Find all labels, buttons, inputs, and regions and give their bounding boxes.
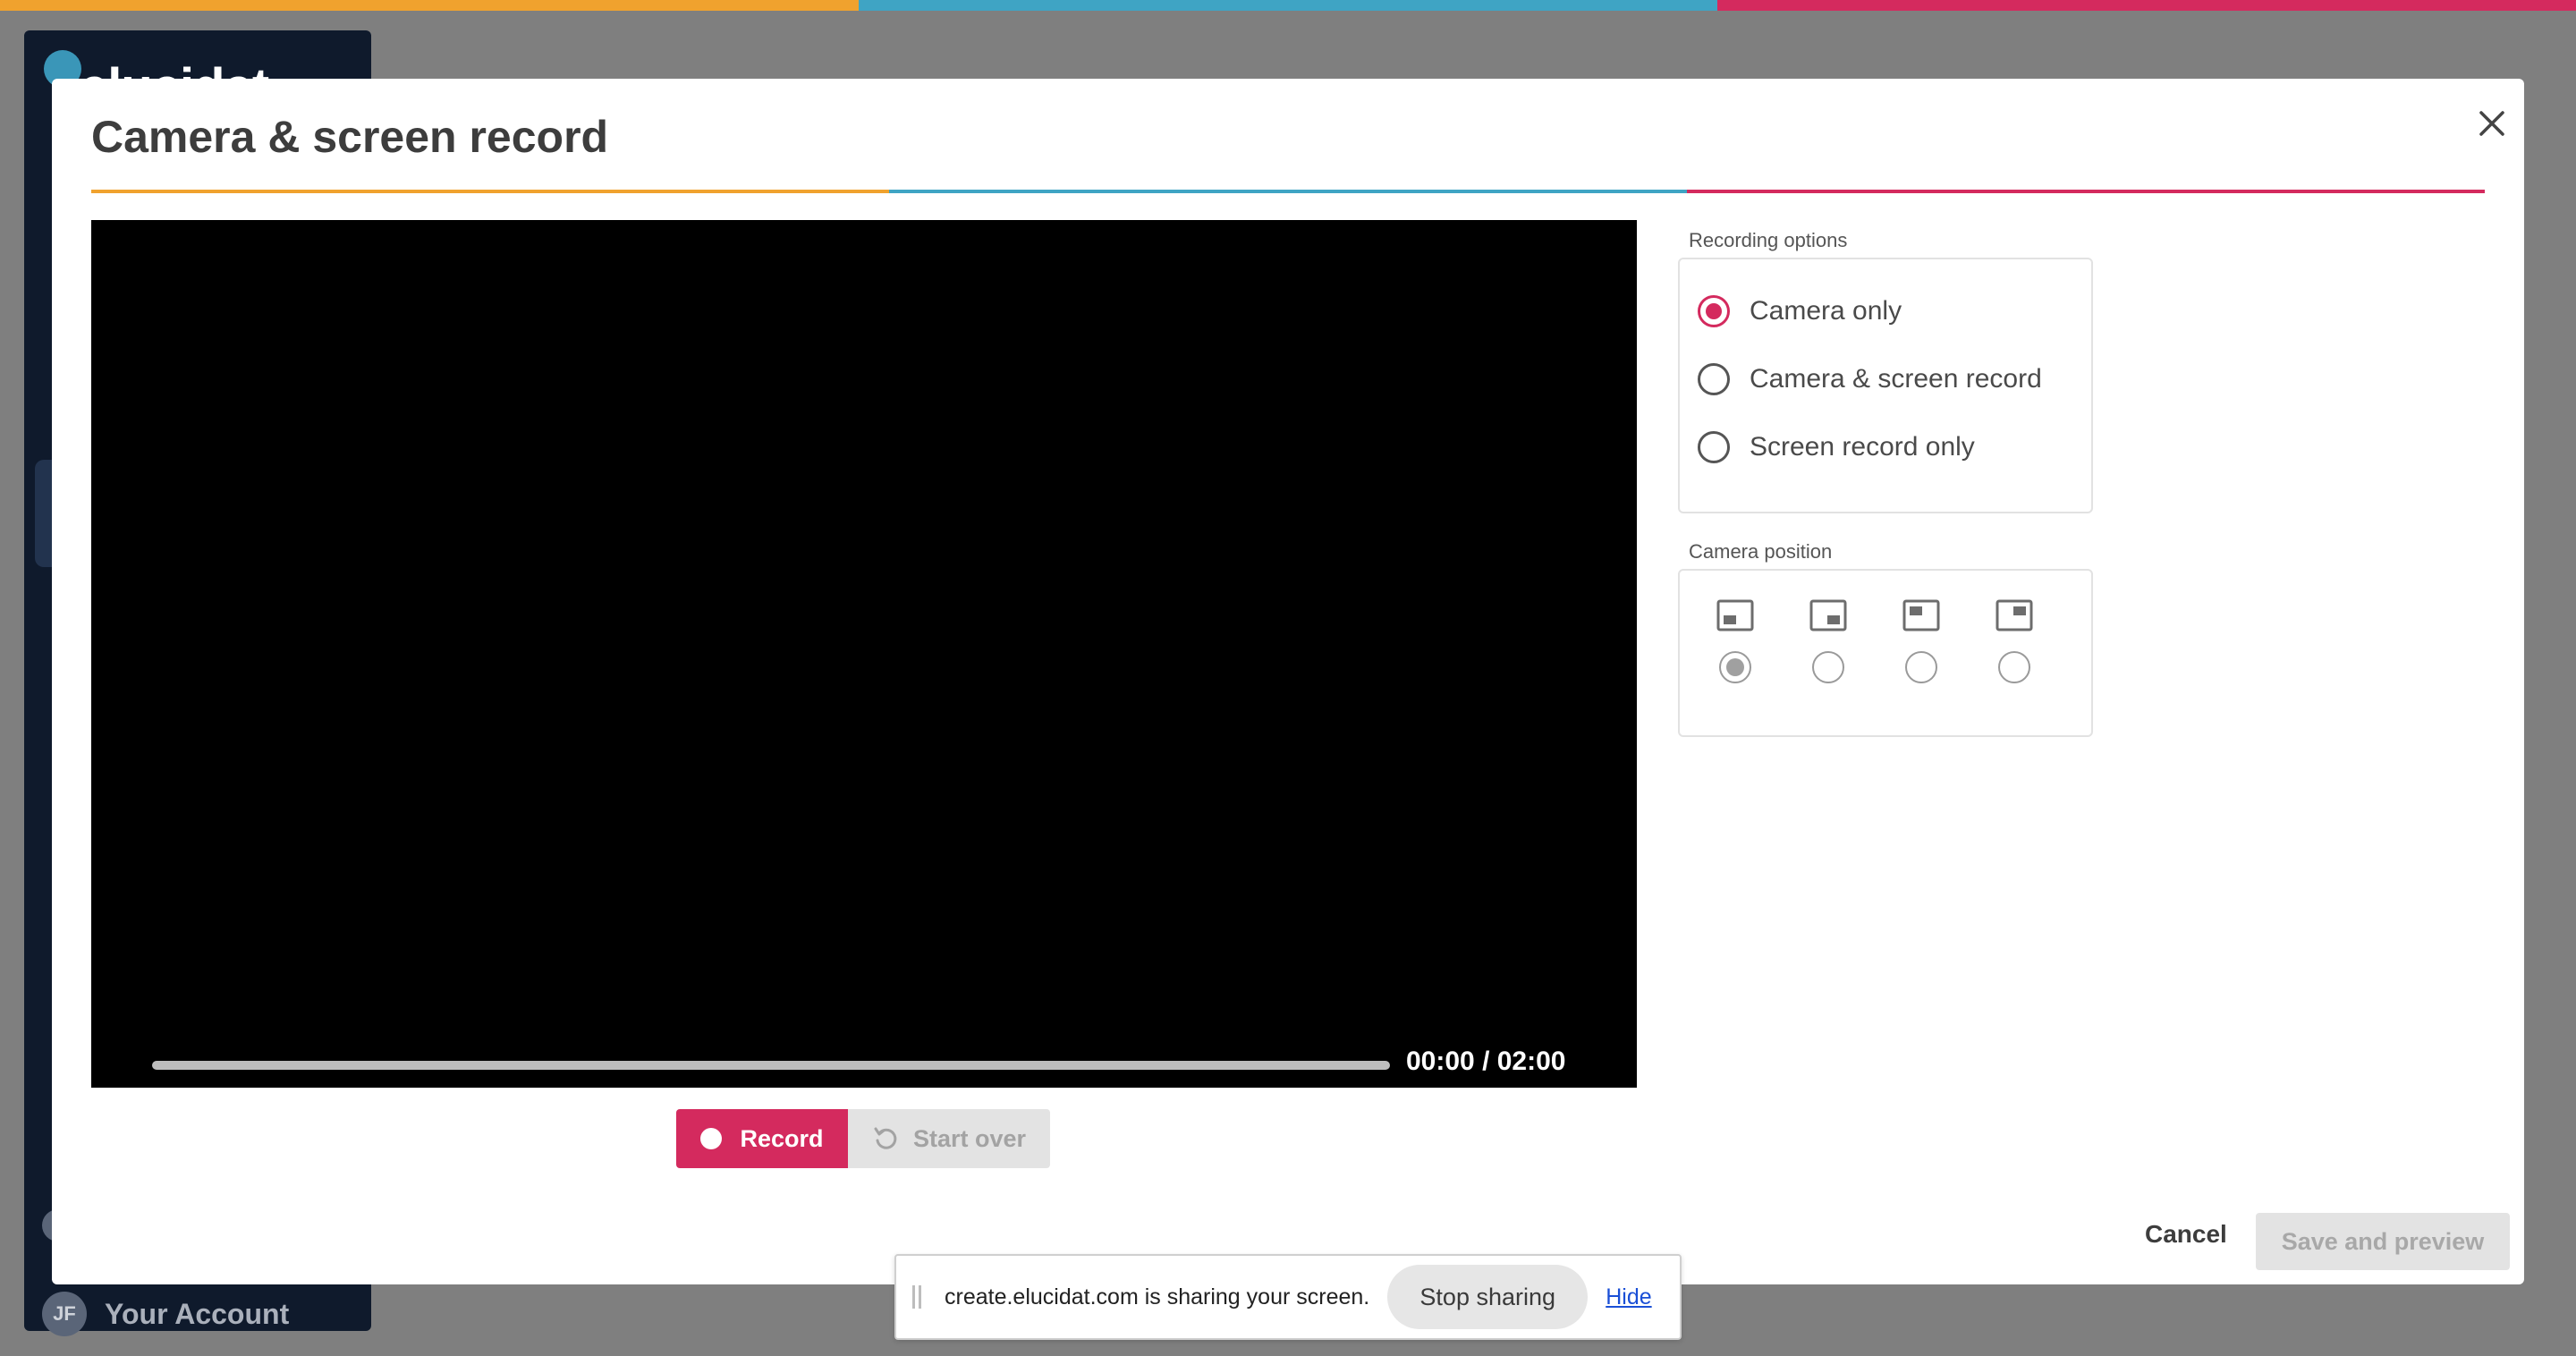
account-menu: JF Your Account — [42, 1292, 289, 1336]
camera-position-label: Camera position — [1689, 540, 1833, 563]
avatar: JF — [42, 1292, 87, 1336]
screen-sharing-bar: create.elucidat.com is sharing your scre… — [894, 1254, 1682, 1340]
start-over-label: Start over — [912, 1124, 1027, 1152]
save-and-preview-button[interactable]: Save and preview — [2256, 1213, 2510, 1270]
time-readout: 00:00 / 02:00 — [1406, 1047, 1566, 1076]
position-top-left-radio[interactable] — [1905, 651, 1937, 683]
position-bottom-left-icon — [1716, 599, 1754, 631]
record-icon — [700, 1128, 723, 1149]
cancel-button[interactable]: Cancel — [2145, 1220, 2227, 1249]
radio-selected-dot — [1706, 303, 1722, 319]
option-camera-only[interactable]: Camera only — [1698, 295, 1902, 327]
option-camera-and-screen-label: Camera & screen record — [1750, 364, 2042, 394]
record-label: Record — [740, 1124, 824, 1152]
video-preview: 00:00 / 02:00 — [91, 220, 1637, 1088]
record-controls: Record Start over — [676, 1109, 1050, 1168]
position-top-right-icon — [1996, 599, 2033, 631]
restart-icon — [874, 1127, 897, 1149]
option-screen-only-label: Screen record only — [1750, 432, 1975, 462]
position-bottom-right[interactable] — [1801, 599, 1855, 683]
option-camera-and-screen[interactable]: Camera & screen record — [1698, 363, 2042, 395]
recording-options-label: Recording options — [1689, 229, 1848, 251]
position-selected-dot — [1726, 658, 1744, 676]
position-bottom-left[interactable] — [1708, 599, 1762, 683]
app-color-stripe — [0, 0, 2576, 11]
position-bottom-right-icon — [1809, 599, 1847, 631]
camera-position-group — [1678, 569, 2093, 737]
position-top-right-radio[interactable] — [1998, 651, 2030, 683]
account-label: Your Account — [105, 1297, 290, 1330]
stop-sharing-button[interactable]: Stop sharing — [1387, 1265, 1589, 1329]
sharing-message: create.elucidat.com is sharing your scre… — [945, 1284, 1370, 1309]
position-bottom-right-radio[interactable] — [1812, 651, 1844, 683]
close-icon — [2479, 111, 2504, 136]
drag-handle-icon[interactable] — [912, 1285, 925, 1309]
option-camera-and-screen-radio[interactable] — [1698, 363, 1730, 395]
hide-link[interactable]: Hide — [1606, 1284, 1651, 1310]
position-top-left[interactable] — [1894, 599, 1948, 683]
position-top-right[interactable] — [1987, 599, 2041, 683]
video-progress-bar[interactable] — [152, 1061, 1390, 1070]
option-screen-only-radio[interactable] — [1698, 431, 1730, 463]
modal-title: Camera & screen record — [91, 112, 609, 162]
position-top-left-icon — [1902, 599, 1940, 631]
title-divider — [91, 190, 2485, 193]
start-over-button[interactable]: Start over — [848, 1109, 1050, 1168]
close-button[interactable] — [2467, 98, 2517, 148]
camera-record-modal: Camera & screen record 00:00 / 02:00 Rec… — [52, 79, 2524, 1284]
option-camera-only-label: Camera only — [1750, 296, 1902, 326]
recording-options-group: Camera only Camera & screen record Scree… — [1678, 258, 2093, 513]
option-screen-only[interactable]: Screen record only — [1698, 431, 1975, 463]
position-bottom-left-radio[interactable] — [1719, 651, 1751, 683]
record-button[interactable]: Record — [676, 1109, 848, 1168]
option-camera-only-radio[interactable] — [1698, 295, 1730, 327]
